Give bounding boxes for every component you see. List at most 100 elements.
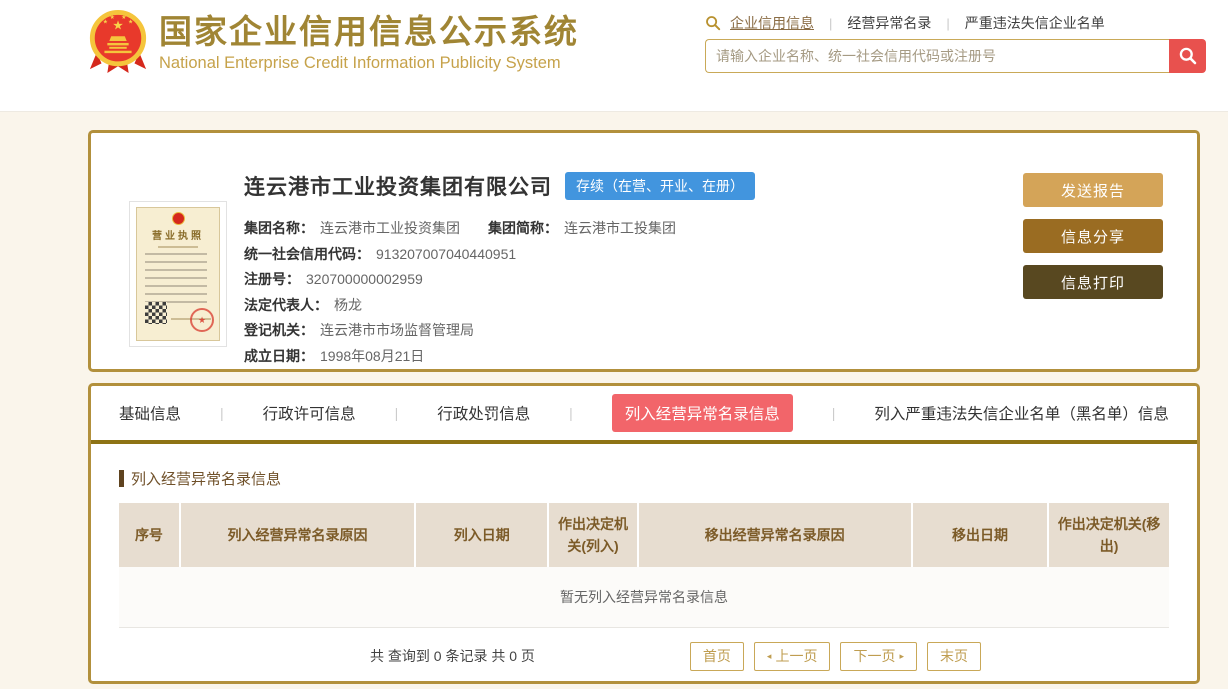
- pagination: 共 查询到 0 条记录 共 0 页 首页 ◂上一页 下一页 ▸ 末页: [119, 642, 1169, 671]
- detail-card: 基础信息 | 行政许可信息 | 行政处罚信息 | 列入经营异常名录信息 | 列入严重违法失信企业…: [88, 383, 1200, 684]
- tab-separator: |: [220, 405, 224, 421]
- empty-state-text: 暂无列入经营异常名录信息: [119, 567, 1169, 627]
- page-button-2[interactable]: ◂上一页: [754, 642, 831, 671]
- pagination-summary: 共 查询到 0 条记录 共 0 页: [370, 646, 535, 666]
- company-field-row: 集团名称： 连云港市工业投资集团 集团简称： 连云港市工投集团: [244, 216, 755, 242]
- field-label: 法定代表人：: [244, 297, 328, 313]
- nav-separator: |: [946, 16, 949, 31]
- license-text-rows: [145, 253, 207, 303]
- tab-3[interactable]: 行政处罚信息: [437, 402, 530, 424]
- anomaly-panel: 列入经营异常名录信息 序号列入经营异常名录原因列入日期作出决定机关(列入)移出经…: [91, 444, 1197, 671]
- field-pair: 集团简称： 连云港市工投集团: [488, 220, 676, 236]
- nav-link-1[interactable]: 企业信用信息: [730, 13, 814, 33]
- site-title-en: National Enterprise Credit Information P…: [159, 54, 579, 73]
- field-value: 1998年08月21日: [320, 348, 424, 364]
- business-license-image: 营业执照 ★: [129, 201, 227, 347]
- tab-4[interactable]: 列入经营异常名录信息: [612, 394, 793, 432]
- license-emblem-icon: [172, 212, 185, 225]
- field-label: 统一社会信用代码：: [244, 246, 370, 262]
- national-emblem-logo: ★ ★ ★ ★ ★: [87, 8, 149, 76]
- field-value: 连云港市工投集团: [564, 220, 676, 236]
- field-label: 成立日期：: [244, 348, 314, 364]
- nav-link-2[interactable]: 经营异常名录: [847, 13, 931, 33]
- license-red-seal: ★: [190, 308, 214, 332]
- column-header: 移出经营异常名录原因: [638, 503, 912, 567]
- tab-2[interactable]: 行政许可信息: [263, 402, 356, 424]
- field-value: 杨龙: [334, 297, 362, 313]
- company-info: 连云港市工业投资集团有限公司 存续（在营、开业、在册） 集团名称： 连云港市工业投…: [244, 169, 755, 369]
- company-field-row: 登记机关： 连云港市市场监督管理局: [244, 318, 755, 344]
- field-label: 注册号：: [244, 271, 300, 287]
- page-button-1[interactable]: 首页: [690, 642, 744, 671]
- company-fields: 集团名称： 连云港市工业投资集团 集团简称： 连云港市工投集团统一社会信用代码： 913…: [244, 216, 755, 369]
- prev-arrow-icon: ◂: [767, 651, 772, 662]
- page-button-3[interactable]: 下一页 ▸: [840, 642, 917, 671]
- search-type-nav: 企业信用信息 | 经营异常名录 | 严重违法失信企业名单: [705, 12, 1206, 34]
- tab-separator: |: [832, 405, 836, 421]
- main-content: 营业执照 ★ 连云港市工业投资集团有限公司 存续（在营、开业、在册） 集团名称：…: [0, 112, 1228, 684]
- field-pair: 登记机关： 连云港市市场监督管理局: [244, 322, 474, 338]
- section-title-row: 列入经营异常名录信息: [119, 468, 1169, 489]
- field-pair: 注册号： 320700000002959: [244, 271, 423, 287]
- page-button-label: 首页: [703, 646, 731, 666]
- field-value: 913207007040440951: [376, 246, 516, 262]
- company-field-row: 成立日期： 1998年08月21日: [244, 344, 755, 370]
- pagination-buttons: 首页 ◂上一页 下一页 ▸ 末页: [690, 642, 991, 671]
- column-header: 作出决定机关(列入): [548, 503, 637, 567]
- company-summary-card: 营业执照 ★ 连云港市工业投资集团有限公司 存续（在营、开业、在册） 集团名称：…: [88, 130, 1200, 372]
- search-button-icon: [1178, 46, 1198, 66]
- nav-separator: |: [829, 16, 832, 31]
- page-button-label: 上一页: [775, 646, 817, 666]
- svg-text:★: ★: [103, 19, 108, 26]
- field-pair: 集团名称： 连云港市工业投资集团: [244, 220, 460, 236]
- tab-1[interactable]: 基础信息: [119, 402, 181, 424]
- license-subline: [158, 246, 198, 248]
- field-value: 320700000002959: [306, 271, 423, 287]
- company-field-row: 注册号： 320700000002959: [244, 267, 755, 293]
- next-arrow-icon: ▸: [899, 651, 904, 662]
- nav-link-3[interactable]: 严重违法失信企业名单: [965, 13, 1105, 33]
- search-input[interactable]: [705, 39, 1169, 73]
- column-header: 列入经营异常名录原因: [180, 503, 415, 567]
- site-brand: ★ ★ ★ ★ ★ 国家企业信用信息公示系统 National Enterpri…: [87, 8, 579, 76]
- section-title-bar-icon: [119, 470, 124, 487]
- page-button-label: 下一页: [853, 646, 895, 666]
- company-field-row: 统一社会信用代码： 913207007040440951: [244, 242, 755, 268]
- search-icon: [705, 15, 721, 31]
- tab-separator: |: [569, 405, 573, 421]
- svg-text:★: ★: [121, 14, 126, 21]
- company-field-row: 法定代表人： 杨龙: [244, 293, 755, 319]
- column-header: 移出日期: [912, 503, 1049, 567]
- detail-tab-bar: 基础信息 | 行政许可信息 | 行政处罚信息 | 列入经营异常名录信息 | 列入严重违法失信企业…: [91, 386, 1197, 440]
- field-value: 连云港市工业投资集团: [320, 220, 460, 236]
- svg-text:★: ★: [128, 19, 133, 26]
- action-button-3[interactable]: 信息打印: [1023, 265, 1163, 299]
- anomaly-empty-row: 暂无列入经营异常名录信息: [119, 567, 1169, 627]
- svg-text:★: ★: [110, 14, 115, 21]
- field-label: 集团名称：: [244, 220, 314, 236]
- anomaly-table-header-row: 序号列入经营异常名录原因列入日期作出决定机关(列入)移出经营异常名录原因移出日期…: [119, 503, 1169, 567]
- action-button-2[interactable]: 信息分享: [1023, 219, 1163, 253]
- anomaly-table: 序号列入经营异常名录原因列入日期作出决定机关(列入)移出经营异常名录原因移出日期…: [119, 503, 1169, 628]
- field-label: 登记机关：: [244, 322, 314, 338]
- field-pair: 法定代表人： 杨龙: [244, 297, 362, 313]
- search-area: 企业信用信息 | 经营异常名录 | 严重违法失信企业名单: [705, 12, 1206, 73]
- tab-5[interactable]: 列入严重违法失信企业名单（黑名单）信息: [874, 402, 1169, 424]
- field-label: 集团简称：: [488, 220, 558, 236]
- company-name-row: 连云港市工业投资集团有限公司 存续（在营、开业、在册）: [244, 171, 755, 201]
- column-header: 序号: [119, 503, 180, 567]
- license-title: 营业执照: [137, 227, 219, 242]
- search-bar: [705, 39, 1206, 73]
- field-value: 连云港市市场监督管理局: [320, 322, 474, 338]
- company-actions: 发送报告信息分享信息打印: [1023, 169, 1163, 369]
- tab-separator: |: [395, 405, 399, 421]
- section-title: 列入经营异常名录信息: [131, 468, 281, 489]
- column-header: 作出决定机关(移出): [1048, 503, 1169, 567]
- action-button-1[interactable]: 发送报告: [1023, 173, 1163, 207]
- page-button-4[interactable]: 末页: [927, 642, 981, 671]
- search-button[interactable]: [1169, 39, 1206, 73]
- license-qr-code: [145, 302, 167, 324]
- site-title-cn: 国家企业信用信息公示系统: [159, 11, 579, 52]
- column-header: 列入日期: [415, 503, 548, 567]
- status-badge: 存续（在营、开业、在册）: [565, 172, 755, 200]
